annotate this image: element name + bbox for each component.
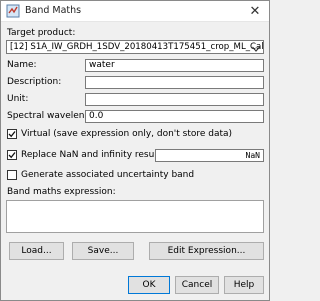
uncertainty-option[interactable]: Generate associated uncertainty band	[7, 170, 194, 180]
name-label: Name:	[7, 60, 37, 70]
description-field[interactable]	[85, 76, 264, 89]
chevron-down-icon	[252, 44, 260, 52]
replace-nan-option[interactable]: Replace NaN and infinity results by	[7, 150, 179, 160]
uncertainty-checkbox[interactable]	[7, 170, 17, 180]
virtual-option[interactable]: Virtual (save expression only, don't sto…	[7, 129, 232, 139]
expression-label: Band maths expression:	[7, 187, 116, 197]
load-button[interactable]: Load...	[9, 242, 64, 260]
expression-textarea[interactable]	[6, 200, 264, 233]
unit-field[interactable]	[85, 93, 264, 106]
cancel-button[interactable]: Cancel	[175, 276, 219, 294]
close-button[interactable]: ✕	[241, 1, 269, 21]
spectral-wavelength-field[interactable]: 0.0	[85, 110, 264, 123]
uncertainty-label: Generate associated uncertainty band	[21, 170, 195, 180]
name-field[interactable]: water	[85, 59, 264, 72]
band-maths-dialog: Band Maths ✕ Target product: [12] S1A_IW…	[0, 0, 270, 301]
close-icon: ✕	[249, 3, 261, 19]
unit-label: Unit:	[7, 94, 29, 104]
virtual-label: Virtual (save expression only, don't sto…	[21, 129, 233, 139]
title-bar: Band Maths ✕	[1, 1, 269, 22]
replace-nan-checkbox[interactable]	[7, 150, 17, 160]
ok-button[interactable]: OK	[128, 276, 170, 294]
band-maths-app-icon	[6, 4, 20, 18]
save-button[interactable]: Save...	[72, 242, 134, 260]
replace-nan-value-field[interactable]: NaN	[155, 149, 264, 162]
window-title: Band Maths	[25, 5, 82, 16]
target-product-select[interactable]: [12] S1A_IW_GRDH_1SDV_20180413T175451_cr…	[6, 40, 264, 54]
target-product-label: Target product:	[7, 28, 76, 38]
target-product-value: [12] S1A_IW_GRDH_1SDV_20180413T175451_cr…	[10, 42, 264, 52]
help-button[interactable]: Help	[224, 276, 264, 294]
checkmark-icon	[8, 131, 16, 138]
description-label: Description:	[7, 77, 62, 87]
checkmark-icon	[8, 152, 16, 159]
virtual-checkbox[interactable]	[7, 129, 17, 139]
edit-expression-button[interactable]: Edit Expression...	[149, 242, 264, 260]
